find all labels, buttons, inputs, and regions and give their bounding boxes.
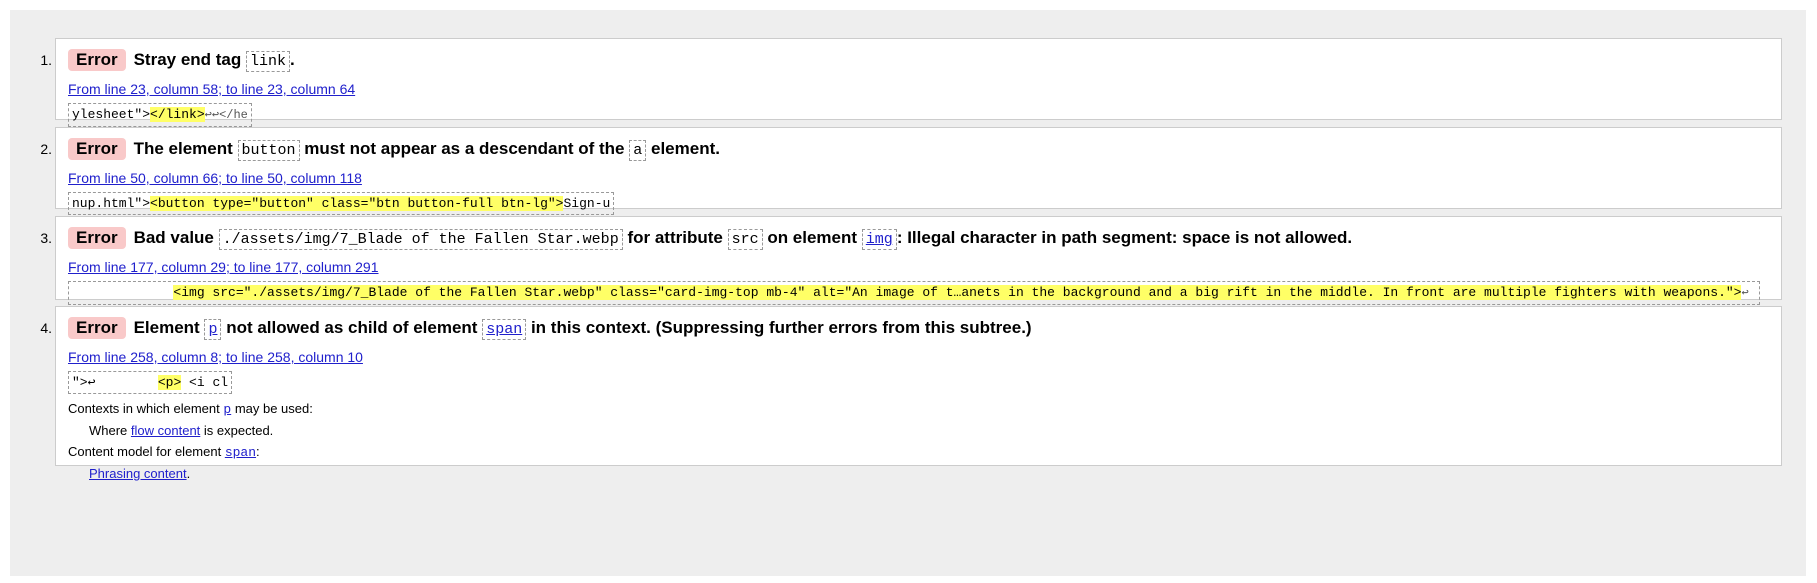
message-text: Element [133, 318, 200, 337]
location-link[interactable]: From line 50, column 66; to line 50, col… [68, 170, 1769, 186]
element-details: Contexts in which element p may be used:… [68, 398, 1769, 484]
message-text: in this context. (Suppressing further er… [530, 318, 1032, 337]
results-panel: 1. Error Stray end tag link. From line 23… [10, 10, 1806, 576]
content-model-line: Content model for element span: [68, 444, 260, 460]
error-badge: Error [68, 49, 126, 71]
message-text: element. [651, 139, 720, 158]
message-number: 3. [40, 230, 52, 246]
message-number: 4. [40, 320, 52, 336]
error-message: 3. Error Bad value ./assets/img/7_Blade o… [40, 216, 1782, 305]
element-link-img[interactable]: img [866, 231, 893, 248]
message-text: The element [133, 139, 233, 158]
message-text: Stray end tag [133, 50, 242, 69]
message-text: not allowed as child of element [226, 318, 478, 337]
location-link[interactable]: From line 177, column 29; to line 177, c… [68, 259, 1769, 275]
message-text: . [290, 50, 295, 69]
highlighted-code: </link> [150, 107, 205, 122]
message-text: Bad value [133, 228, 214, 247]
highlighted-code: <button type="button" class="btn button-… [150, 196, 564, 211]
message-text: must not appear as a descendant of the [304, 139, 625, 158]
code-extract: nup.html"><button type="button" class="b… [68, 192, 615, 215]
error-message: 4. Error Element p not allowed as child o… [40, 306, 1782, 481]
message-text: on element [767, 228, 858, 247]
error-badge: Error [68, 317, 126, 339]
element-link-span[interactable]: span [225, 444, 256, 460]
error-badge: Error [68, 227, 126, 249]
element-link-p[interactable]: p [223, 401, 231, 417]
error-message: 2. Error The element button must not appe… [40, 127, 1782, 215]
code-token: link [246, 51, 291, 72]
message-text: for attribute [627, 228, 723, 247]
message-number: 1. [40, 52, 52, 68]
highlighted-code: <img src="./assets/img/7_Blade of the Fa… [173, 285, 1742, 300]
code-token: button [237, 140, 300, 161]
location-link[interactable]: From line 23, column 58; to line 23, col… [68, 81, 1769, 97]
element-link-span[interactable]: span [486, 321, 522, 338]
code-token: src [727, 229, 763, 250]
error-message: 1. Error Stray end tag link. From line 23… [40, 38, 1782, 127]
contexts-line: Contexts in which element p may be used: [68, 401, 313, 417]
message-number: 2. [40, 141, 52, 157]
where-line: Where flow content is expected. [89, 423, 274, 438]
code-extract: <img src="./assets/img/7_Blade of the Fa… [68, 281, 1760, 305]
error-badge: Error [68, 138, 126, 160]
code-token: a [629, 140, 647, 161]
phrasing-line: Phrasing content. [89, 466, 191, 481]
highlighted-code: <p> [157, 375, 182, 390]
location-link[interactable]: From line 258, column 8; to line 258, co… [68, 349, 1769, 365]
code-token: ./assets/img/7_Blade of the Fallen Star.… [218, 229, 623, 250]
code-extract: ">↩ <p> <i cl [68, 371, 233, 394]
flow-content-link[interactable]: flow content [131, 423, 200, 438]
element-link-p[interactable]: p [208, 321, 217, 338]
phrasing-content-link[interactable]: Phrasing content [89, 466, 187, 481]
code-extract: ylesheet"></link>↩↩</he [68, 103, 252, 127]
message-text: : Illegal character in path segment: spa… [896, 228, 1353, 247]
